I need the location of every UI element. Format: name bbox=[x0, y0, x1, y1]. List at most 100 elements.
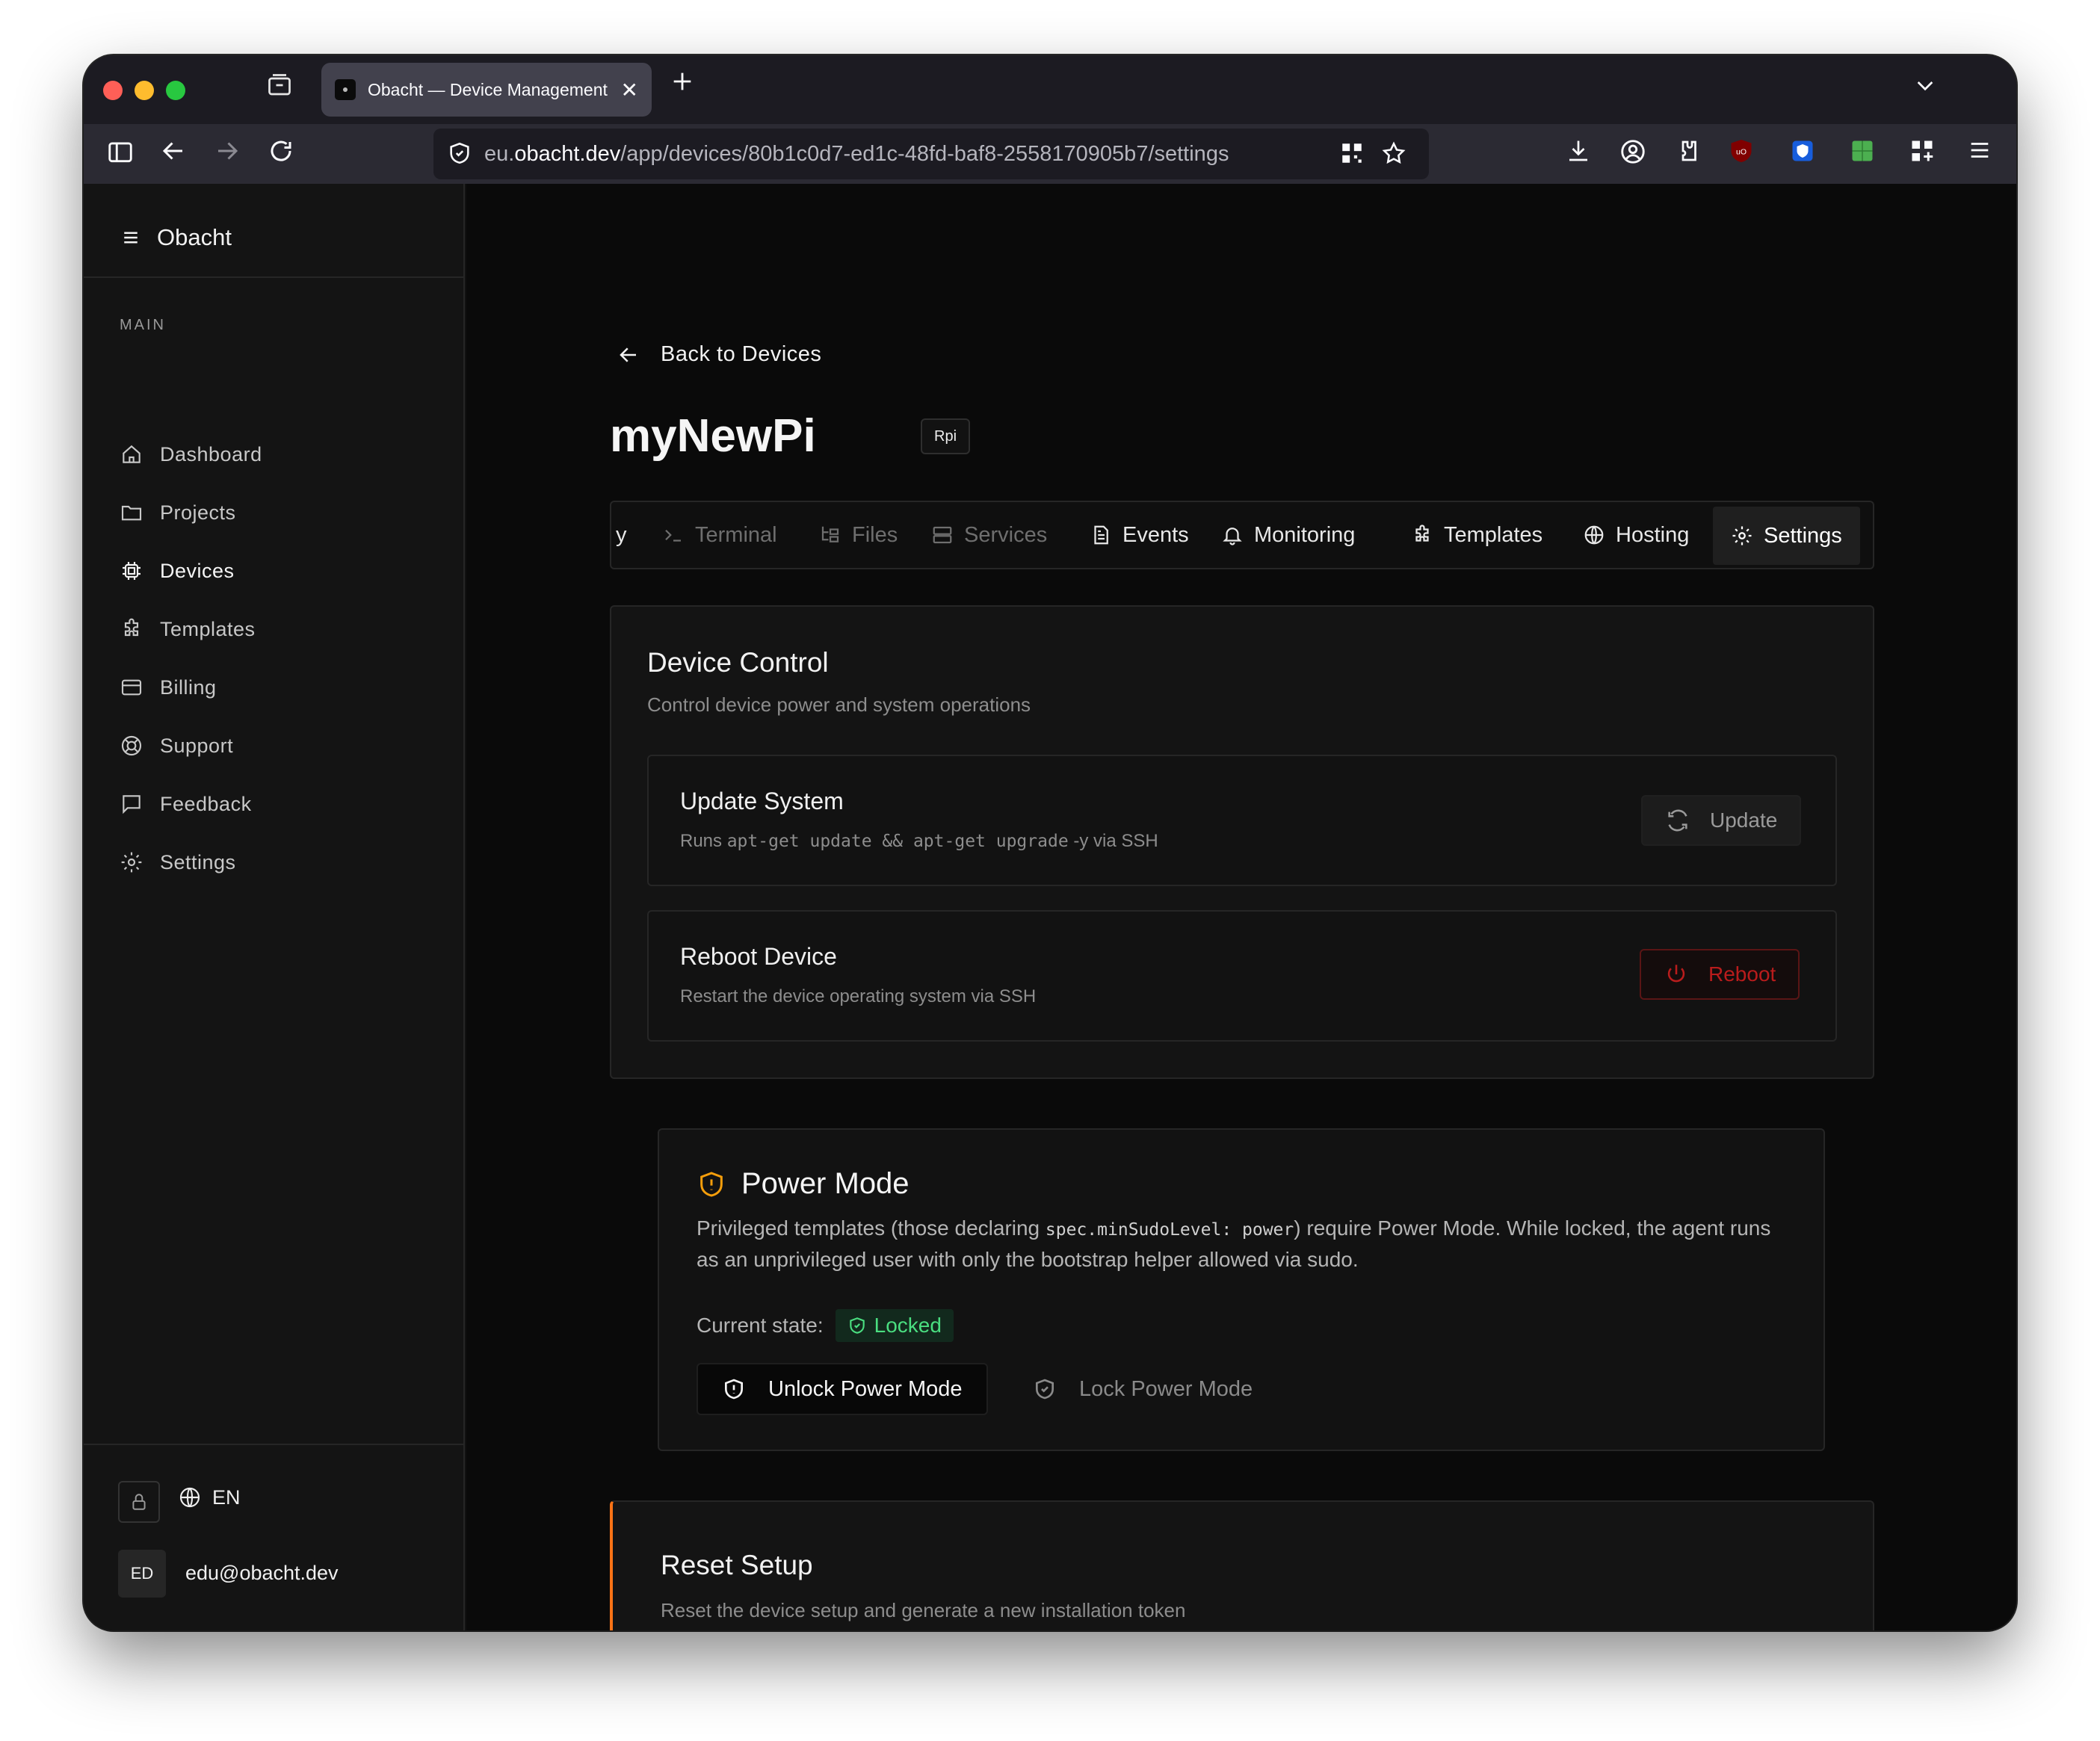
tab-clipped[interactable]: y bbox=[616, 502, 627, 568]
sidebar-item-support[interactable]: Support bbox=[120, 726, 233, 765]
row-title: Update System bbox=[680, 788, 844, 814]
bitwarden-extension-icon[interactable] bbox=[1789, 137, 1816, 173]
gear-icon bbox=[121, 852, 142, 873]
power-mode-description: Privileged templates (those declaring sp… bbox=[697, 1213, 1795, 1275]
row-description: Restart the device operating system via … bbox=[680, 986, 1037, 1006]
sidebar-item-templates[interactable]: Templates bbox=[120, 610, 256, 649]
extensions-icon[interactable] bbox=[1674, 137, 1701, 173]
tab-label: Hosting bbox=[1616, 522, 1690, 547]
lifebuoy-icon bbox=[121, 735, 142, 756]
bell-icon bbox=[1223, 528, 1242, 545]
tab-monitoring[interactable]: Monitoring bbox=[1221, 502, 1355, 568]
tab-services[interactable]: Services bbox=[931, 502, 1047, 568]
tracking-protection-icon[interactable] bbox=[447, 140, 472, 170]
folder-icon bbox=[121, 505, 142, 521]
back-to-devices-link[interactable]: Back to Devices bbox=[617, 342, 821, 367]
sidebar-item-label: Billing bbox=[160, 675, 217, 699]
back-arrow-icon[interactable] bbox=[160, 137, 187, 173]
brand-menu-icon bbox=[124, 232, 138, 244]
desc-code: apt-get update && apt-get upgrade bbox=[726, 832, 1069, 851]
tab-title: Obacht — Device Management bbox=[368, 79, 608, 99]
tab-events[interactable]: Events bbox=[1090, 502, 1189, 568]
tab-groups-icon[interactable] bbox=[266, 72, 293, 105]
qr-code-icon[interactable] bbox=[1339, 140, 1365, 170]
account-icon[interactable] bbox=[1619, 137, 1647, 174]
card-title: Reset Setup bbox=[661, 1550, 813, 1580]
tab-label: Events bbox=[1122, 522, 1189, 547]
bookmark-star-icon[interactable] bbox=[1381, 140, 1406, 170]
close-window-button[interactable] bbox=[103, 81, 123, 100]
sidebar-toggle-icon[interactable] bbox=[106, 137, 135, 174]
status-badge: Locked bbox=[835, 1309, 954, 1342]
lock-button[interactable] bbox=[118, 1481, 160, 1523]
update-button[interactable]: Update bbox=[1641, 795, 1802, 846]
sidebar-item-dashboard[interactable]: Dashboard bbox=[120, 435, 262, 474]
maximize-window-button[interactable] bbox=[166, 81, 185, 100]
brand[interactable]: Obacht bbox=[120, 224, 232, 251]
button-label: Reboot bbox=[1708, 962, 1776, 986]
reboot-button[interactable]: Reboot bbox=[1640, 949, 1800, 1000]
forward-arrow-icon[interactable] bbox=[214, 137, 241, 173]
avatar[interactable]: ED bbox=[118, 1550, 166, 1598]
tab-settings[interactable]: Settings bbox=[1713, 507, 1860, 565]
sidebar-item-devices[interactable]: Devices bbox=[120, 551, 235, 590]
shield-check-icon bbox=[849, 1317, 865, 1334]
page-title: myNewPi bbox=[610, 410, 816, 462]
address-bar[interactable]: eu.obacht.dev/app/devices/80b1c0d7-ed1c-… bbox=[433, 129, 1429, 179]
puzzle-icon bbox=[1415, 525, 1429, 542]
home-icon bbox=[123, 445, 140, 463]
tab-label: Terminal bbox=[695, 522, 777, 547]
card-subtitle: Control device power and system operatio… bbox=[647, 693, 1031, 716]
tab-label: Files bbox=[852, 522, 898, 547]
ublock-extension-icon[interactable]: uO bbox=[1728, 137, 1755, 173]
language-selector[interactable]: EN bbox=[178, 1485, 241, 1509]
favicon-icon bbox=[335, 79, 356, 100]
tab-templates[interactable]: Templates bbox=[1411, 502, 1542, 568]
lock-power-mode-button[interactable]: Lock Power Mode bbox=[1033, 1363, 1253, 1415]
folder-tree-icon bbox=[821, 526, 839, 542]
downloads-icon[interactable] bbox=[1565, 137, 1592, 173]
sidebar-item-label: Devices bbox=[160, 559, 235, 582]
file-text-icon bbox=[1094, 525, 1108, 545]
tab-terminal[interactable]: Terminal bbox=[662, 502, 777, 568]
divider bbox=[84, 1444, 463, 1445]
sidebar-item-billing[interactable]: Billing bbox=[120, 668, 217, 707]
sidebar-item-label: Projects bbox=[160, 501, 236, 524]
menu-icon[interactable] bbox=[1967, 137, 1992, 171]
shield-alert-icon bbox=[725, 1379, 743, 1400]
reboot-device-row: Reboot Device Restart the device operati… bbox=[647, 910, 1837, 1042]
new-tab-icon[interactable] bbox=[670, 69, 695, 101]
browser-tab-active[interactable]: Obacht — Device Management ✕ bbox=[321, 63, 652, 117]
close-tab-icon[interactable]: ✕ bbox=[621, 78, 638, 102]
globe-icon bbox=[179, 1487, 200, 1508]
brand-name: Obacht bbox=[157, 224, 232, 250]
sidebar-item-projects[interactable]: Projects bbox=[120, 493, 236, 532]
tab-files[interactable]: Files bbox=[819, 502, 898, 568]
sidebar-item-settings[interactable]: Settings bbox=[120, 843, 236, 882]
green-extension-icon[interactable] bbox=[1849, 137, 1876, 173]
unlock-power-mode-button[interactable]: Unlock Power Mode bbox=[697, 1363, 988, 1415]
user-email[interactable]: edu@obacht.dev bbox=[185, 1562, 339, 1585]
button-label: Unlock Power Mode bbox=[768, 1376, 963, 1401]
browser-tab-bar: Obacht — Device Management ✕ bbox=[84, 55, 2016, 124]
server-icon bbox=[933, 526, 952, 544]
tab-hosting[interactable]: Hosting bbox=[1583, 502, 1689, 568]
card-subtitle: Reset the device setup and generate a ne… bbox=[661, 1599, 1186, 1621]
device-tabs: y Terminal Files Services Events Monitor… bbox=[610, 501, 1874, 569]
tab-label: Services bbox=[964, 522, 1048, 547]
browser-window: Obacht — Device Management ✕ eu.obacht.d… bbox=[84, 55, 2016, 1630]
sidebar-item-feedback[interactable]: Feedback bbox=[120, 785, 252, 823]
lock-icon bbox=[132, 1494, 146, 1510]
reload-icon[interactable] bbox=[268, 137, 294, 173]
desc-suffix: -y via SSH bbox=[1068, 831, 1158, 851]
current-state: Current state: Locked bbox=[697, 1309, 954, 1342]
section-label: MAIN bbox=[120, 317, 166, 333]
terminal-icon bbox=[665, 529, 681, 542]
tab-list-chevron-icon[interactable] bbox=[1913, 73, 1937, 104]
back-label: Back to Devices bbox=[661, 342, 822, 366]
button-label: Update bbox=[1710, 808, 1778, 832]
minimize-window-button[interactable] bbox=[135, 81, 154, 100]
desc-a: Privileged templates (those declaring bbox=[697, 1216, 1046, 1240]
gear-icon bbox=[1732, 526, 1752, 545]
apps-grid-icon[interactable] bbox=[1909, 137, 1936, 173]
